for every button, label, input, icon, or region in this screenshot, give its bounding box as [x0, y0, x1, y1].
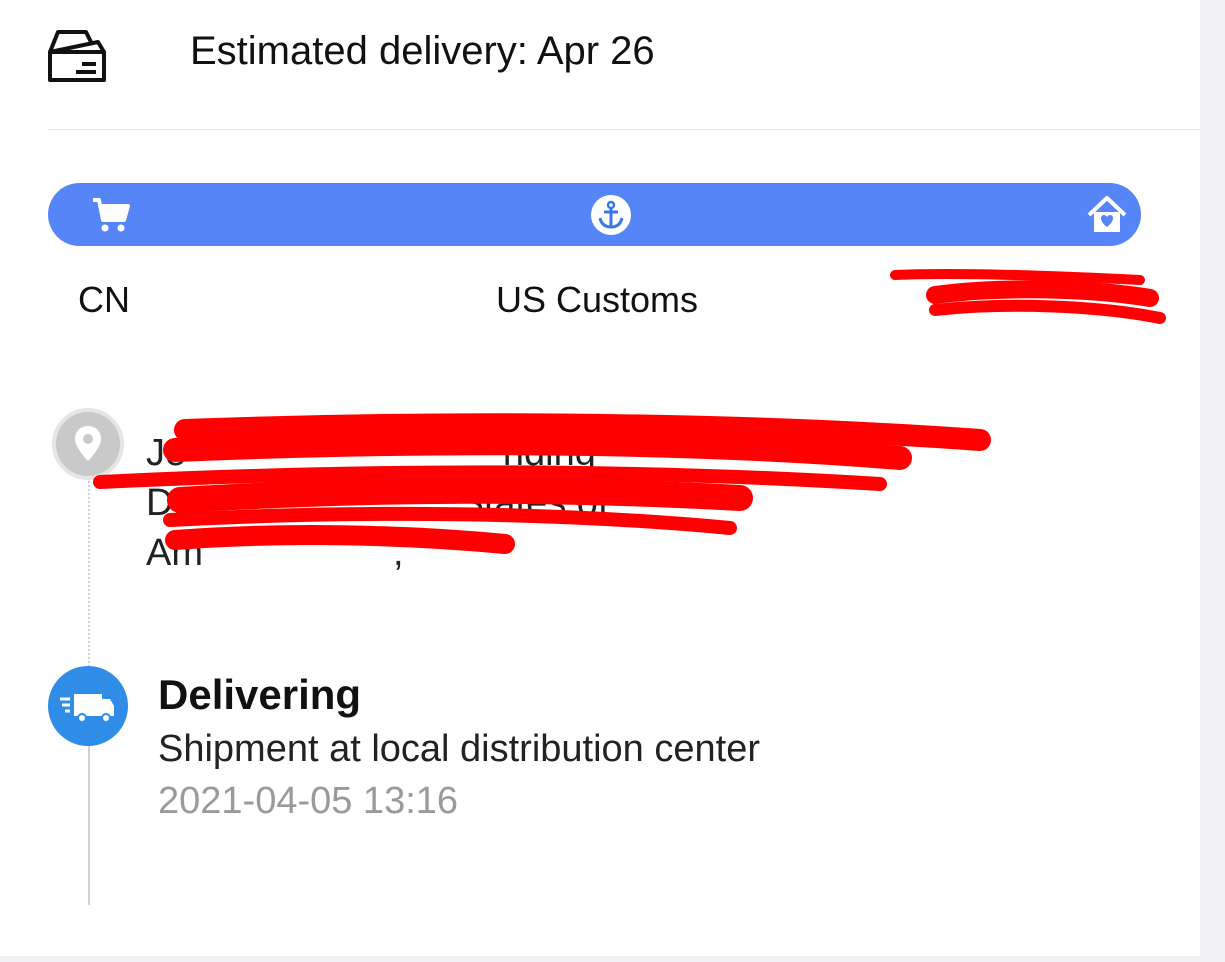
estimated-delivery-title: Estimated delivery: Apr 26 — [190, 29, 655, 73]
address-line-2: Dr, States of — [146, 482, 609, 524]
event-description: Shipment at local distribution center — [158, 728, 760, 770]
right-gutter — [1200, 0, 1225, 962]
shipping-progress-bar — [48, 183, 1141, 246]
delivering-status-marker — [48, 666, 128, 746]
package-box-icon — [48, 30, 106, 82]
stage-customs-label: US Customs — [496, 279, 699, 320]
delivery-address: Je nding Dr, States of Am , — [146, 428, 906, 578]
bottom-gutter — [0, 956, 1225, 962]
home-heart-icon — [1087, 196, 1127, 232]
event-status-title: Delivering — [158, 671, 362, 718]
cart-icon — [93, 198, 130, 232]
truck-icon — [60, 694, 114, 723]
stage-origin-label: CN — [78, 279, 130, 320]
timeline-line — [88, 740, 90, 905]
tracking-page: Estimated delivery: Apr 26 CN US Customs — [0, 0, 1225, 962]
divider — [48, 129, 1200, 130]
location-pin-marker — [52, 408, 124, 480]
event-timestamp: 2021-04-05 13:16 — [158, 780, 459, 822]
address-line-3: Am , — [146, 532, 404, 574]
location-pin-icon — [75, 426, 101, 461]
anchor-icon — [591, 195, 631, 235]
address-line-1: Je nding — [146, 432, 596, 474]
